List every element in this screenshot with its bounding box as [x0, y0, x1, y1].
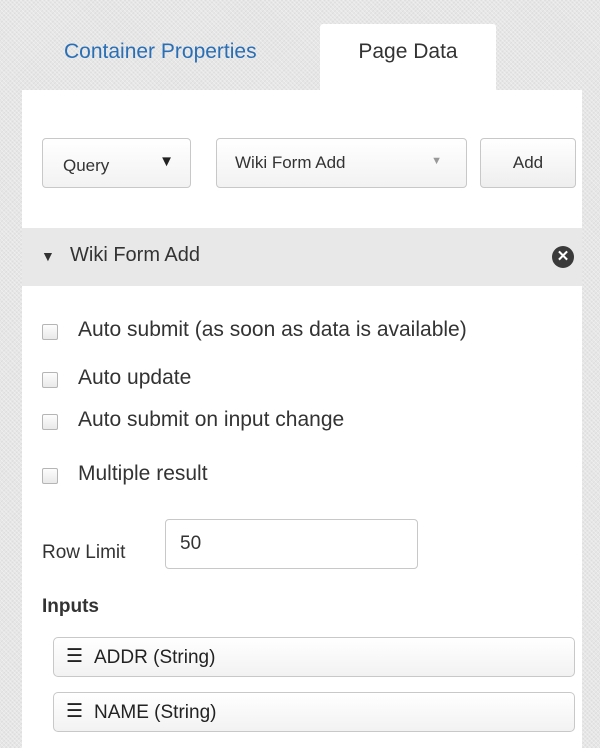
- row-limit-input[interactable]: [165, 519, 418, 569]
- checkbox-label: Auto update: [78, 366, 192, 389]
- add-button[interactable]: Add: [480, 138, 576, 188]
- row-limit-label: Row Limit: [42, 542, 126, 563]
- section-title: Wiki Form Add: [70, 244, 201, 266]
- auto-submit-checkbox[interactable]: [42, 324, 58, 340]
- inputs-heading: Inputs: [42, 596, 99, 617]
- auto-update-checkbox[interactable]: [42, 372, 58, 388]
- caret-down-icon[interactable]: ▼: [41, 248, 55, 264]
- query-type-value: Query: [63, 156, 110, 175]
- caret-down-icon: ▼: [431, 155, 442, 167]
- tab-container-properties[interactable]: Container Properties: [44, 24, 277, 90]
- auto-submit-checkbox-row[interactable]: Auto submit (as soon as data is availabl…: [42, 318, 562, 348]
- caret-down-icon: ▼: [159, 153, 174, 170]
- query-type-select[interactable]: Query ▼: [42, 138, 191, 188]
- drag-handle-icon[interactable]: ☰: [66, 645, 83, 668]
- page-data-panel: Query ▼ Wiki Form Add ▼ Add ▼ Wiki Form …: [22, 90, 582, 748]
- checkbox-label: Auto submit on input change: [78, 408, 345, 431]
- drag-handle-icon[interactable]: ☰: [66, 700, 83, 723]
- input-item-label: ADDR (String): [94, 647, 216, 668]
- section-header[interactable]: ▼ Wiki Form Add ✕: [22, 228, 582, 286]
- input-item-label: NAME (String): [94, 702, 217, 723]
- close-icon[interactable]: ✕: [552, 246, 574, 268]
- input-item-name[interactable]: ☰ NAME (String): [53, 692, 575, 732]
- input-item-addr[interactable]: ☰ ADDR (String): [53, 637, 575, 677]
- checkbox-label: Auto submit (as soon as data is availabl…: [78, 318, 467, 341]
- checkbox-label: Multiple result: [78, 462, 208, 485]
- auto-submit-on-change-checkbox[interactable]: [42, 414, 58, 430]
- multiple-result-checkbox[interactable]: [42, 468, 58, 484]
- tab-bar: Container Properties Page Data: [22, 24, 582, 90]
- multiple-result-checkbox-row[interactable]: Multiple result: [42, 462, 302, 492]
- form-select[interactable]: Wiki Form Add ▼: [216, 138, 467, 188]
- auto-update-checkbox-row[interactable]: Auto update: [42, 366, 302, 396]
- data-source-toolbar: Query ▼ Wiki Form Add ▼ Add: [42, 138, 582, 188]
- tab-page-data[interactable]: Page Data: [320, 24, 496, 90]
- auto-submit-on-change-checkbox-row[interactable]: Auto submit on input change: [42, 408, 442, 438]
- form-select-value: Wiki Form Add: [235, 153, 346, 172]
